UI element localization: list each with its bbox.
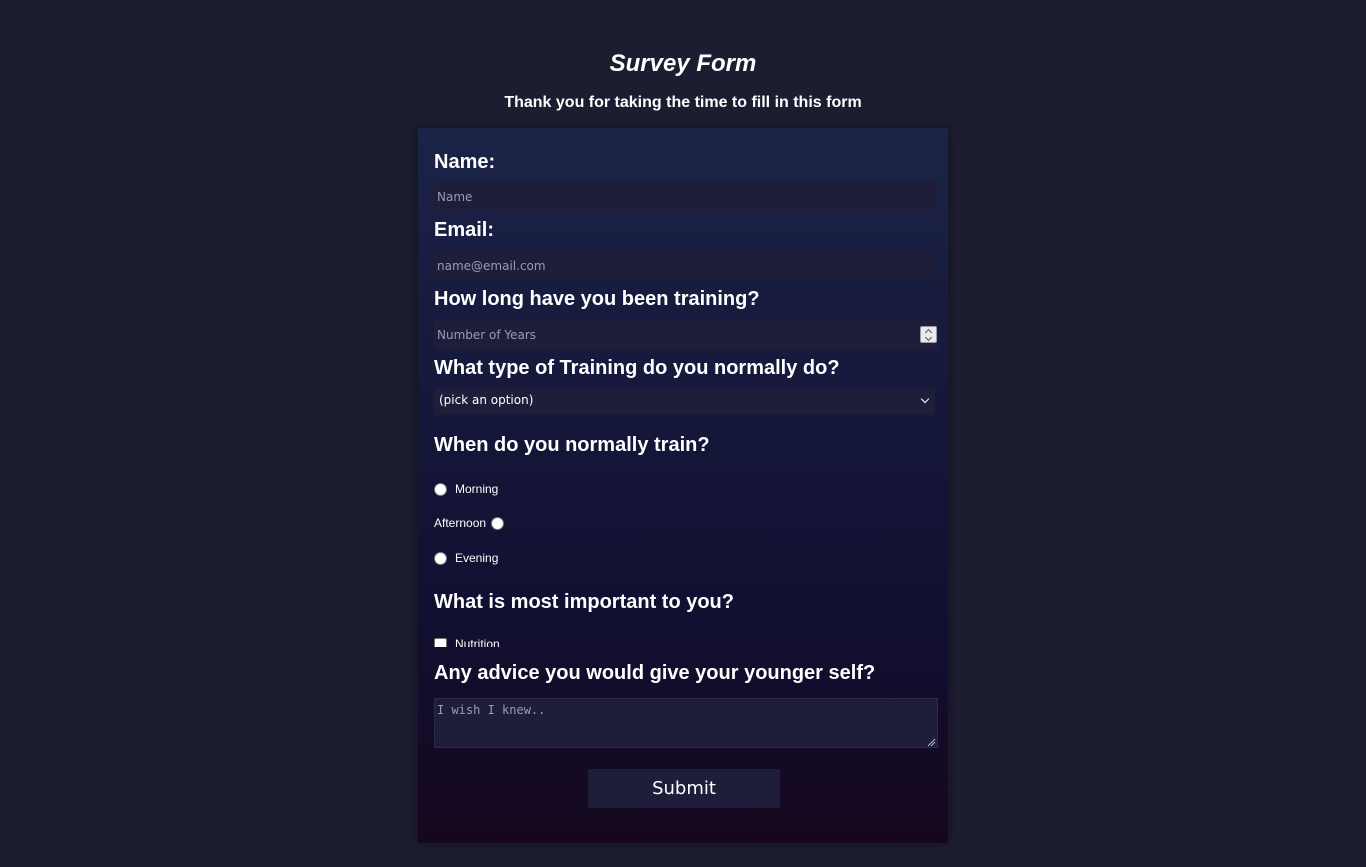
chevron-down-icon	[920, 394, 930, 404]
years-field	[434, 320, 938, 349]
email-label: Email:	[434, 219, 495, 241]
radio-evening-row[interactable]: Evening	[434, 551, 498, 565]
training-type-label: What type of Training do you normally do…	[434, 357, 840, 379]
advice-textarea[interactable]	[434, 698, 938, 748]
page-title: Survey Form	[609, 50, 757, 77]
name-input[interactable]	[434, 182, 938, 211]
train-time-label: When do you normally train?	[434, 434, 710, 456]
training-type-selected: (pick an option)	[439, 393, 534, 407]
advice-label: Any advice you would give your younger s…	[434, 662, 876, 684]
radio-morning[interactable]	[434, 482, 447, 496]
training-type-dropdown[interactable]: (pick an option)	[434, 388, 935, 415]
radio-evening[interactable]	[434, 551, 447, 565]
survey-form: Name: Email: How long have you been trai…	[418, 128, 948, 843]
important-options-area[interactable]: Nutrition	[434, 636, 938, 647]
page-description: Thank you for taking the time to fill in…	[504, 94, 862, 111]
name-label: Name:	[434, 151, 496, 173]
checkbox-nutrition-row[interactable]: Nutrition	[434, 637, 500, 647]
years-label: How long have you been training?	[434, 288, 760, 310]
radio-evening-label: Evening	[455, 551, 499, 565]
years-input[interactable]	[434, 320, 938, 349]
checkbox-nutrition[interactable]	[434, 637, 447, 647]
checkbox-nutrition-label: Nutrition	[455, 637, 500, 647]
radio-morning-label: Morning	[455, 482, 499, 496]
number-spinner-icon[interactable]	[920, 326, 937, 343]
radio-afternoon-label: Afternoon	[434, 516, 487, 530]
submit-button[interactable]: Submit	[588, 769, 780, 808]
important-label: What is most important to you?	[434, 591, 734, 613]
radio-morning-row[interactable]: Morning	[434, 482, 498, 496]
radio-afternoon-row[interactable]: Afternoon	[434, 516, 505, 530]
resize-handle-icon[interactable]	[926, 737, 936, 747]
email-input[interactable]	[434, 251, 938, 280]
radio-afternoon[interactable]	[491, 516, 505, 530]
